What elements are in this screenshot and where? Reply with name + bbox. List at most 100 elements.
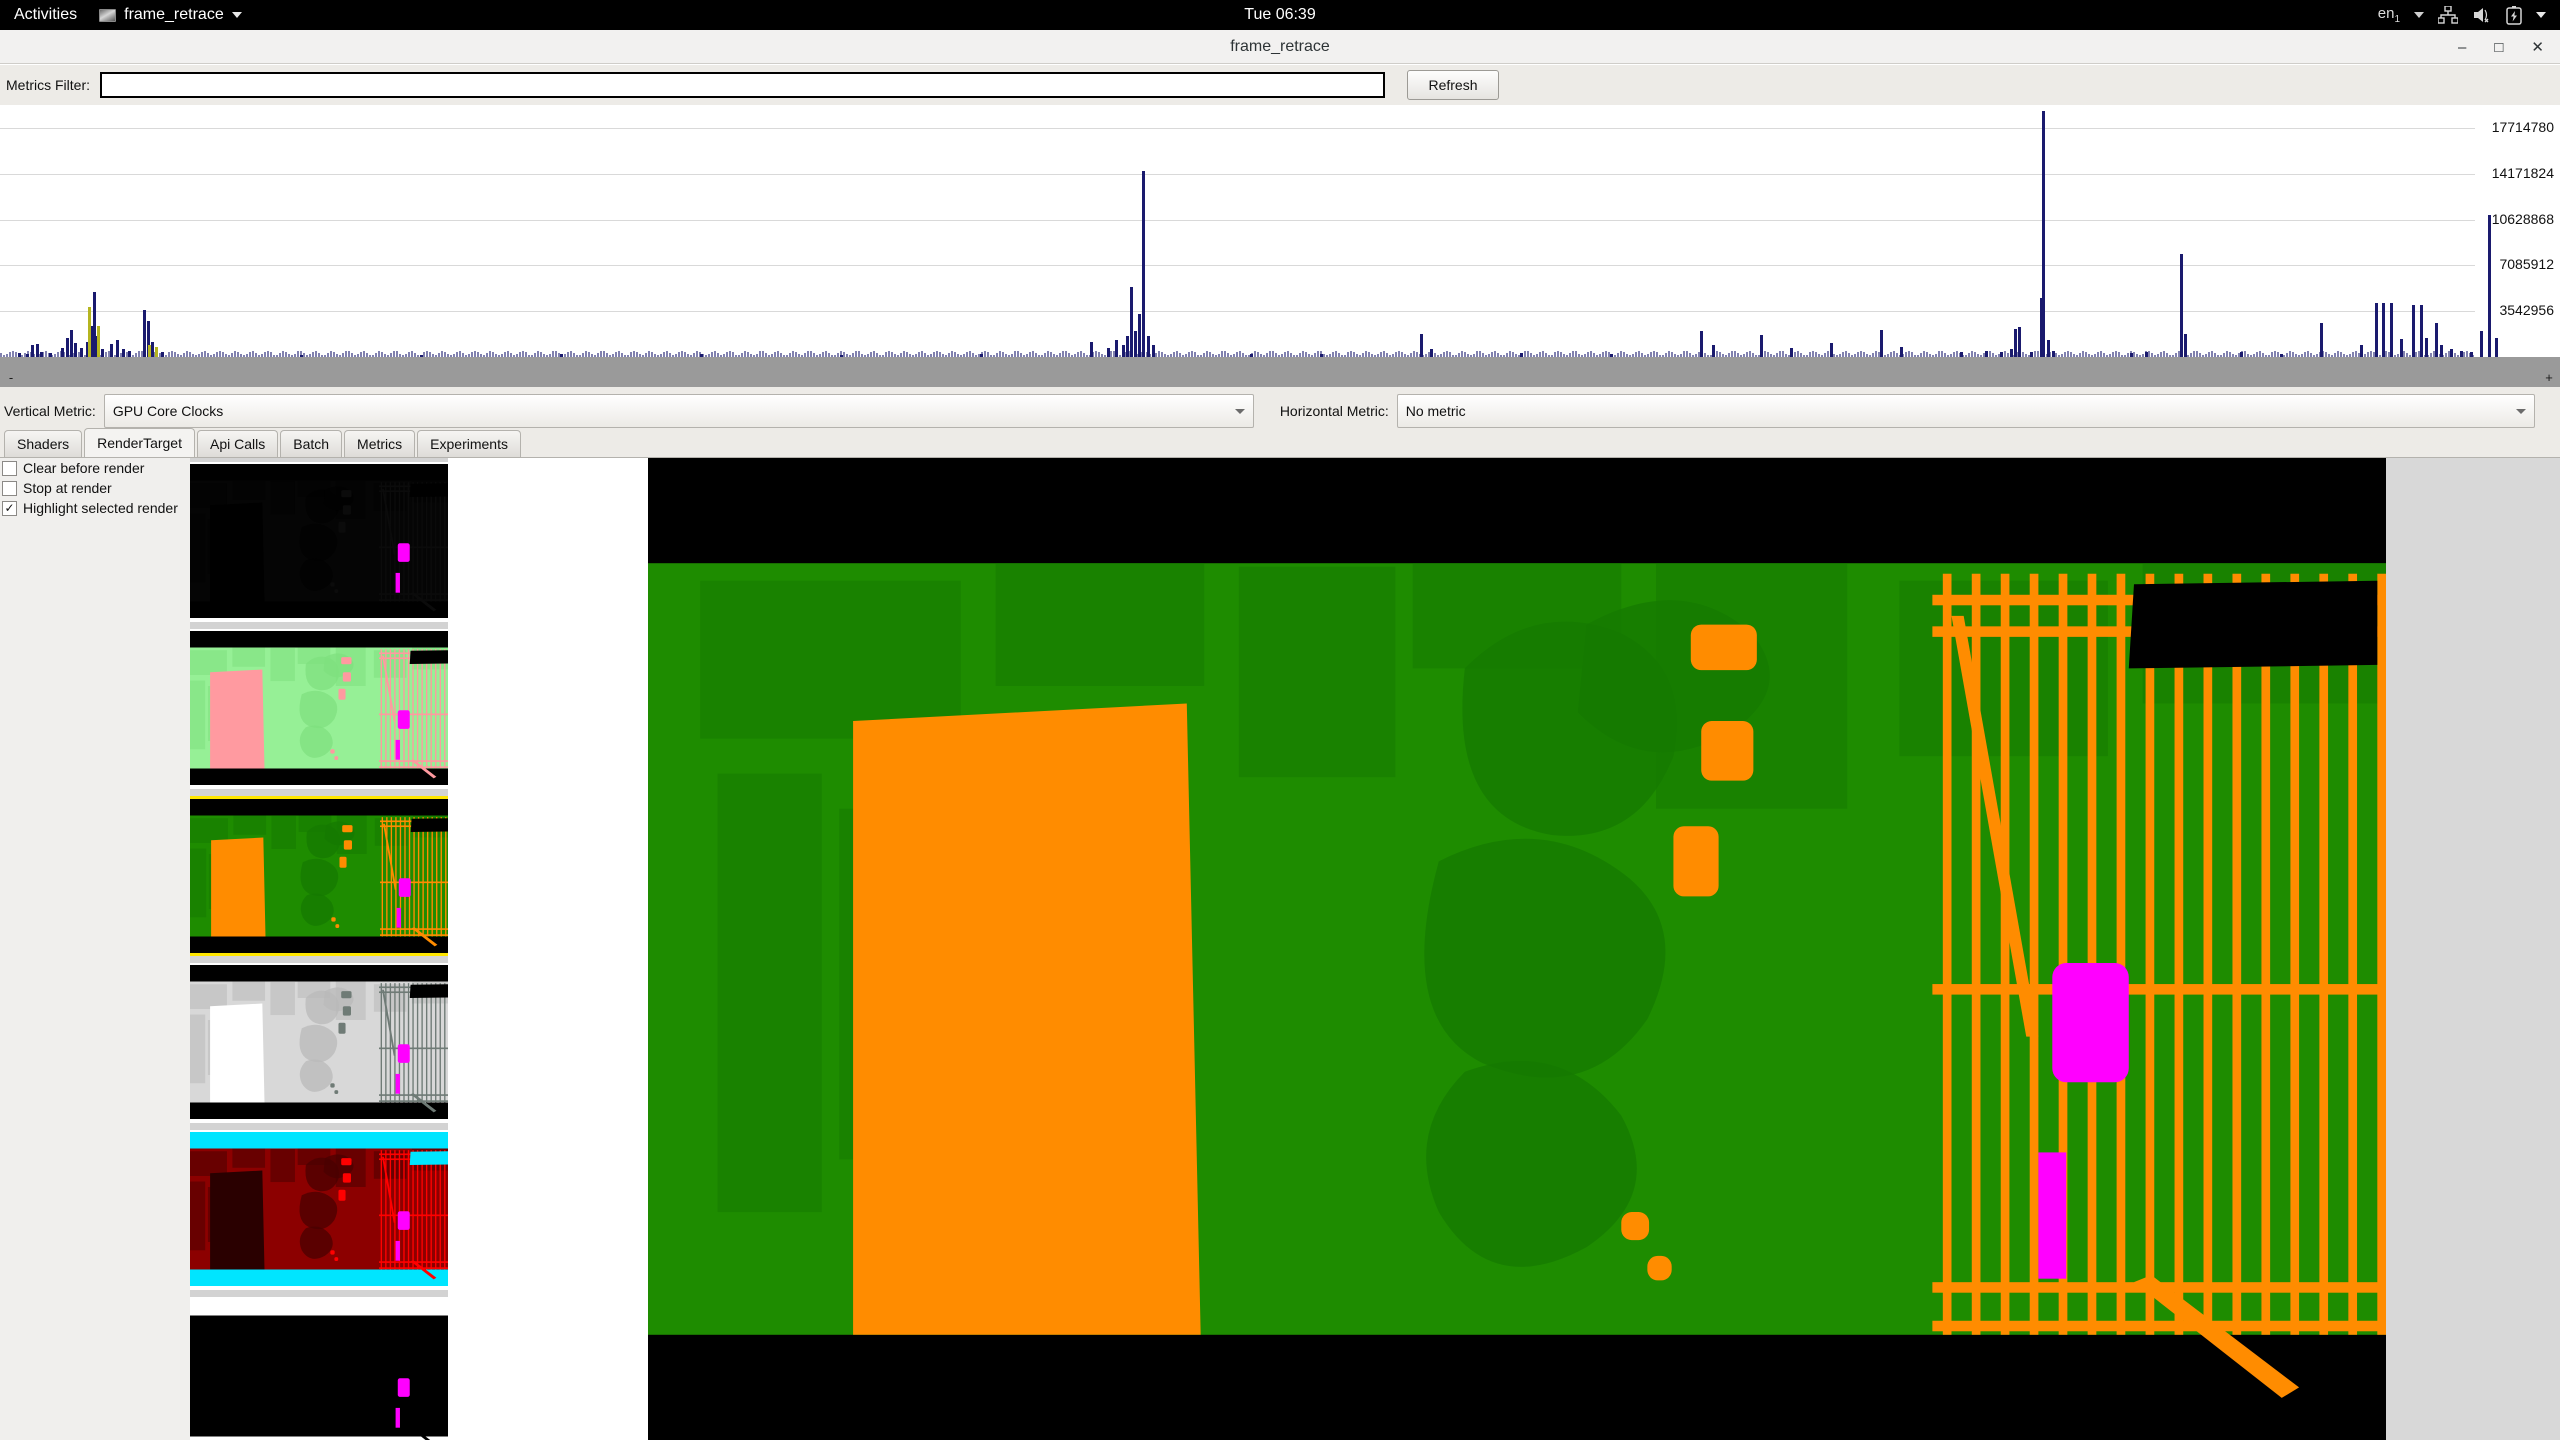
chart-bar	[2400, 338, 2403, 357]
tab-rendertarget[interactable]: RenderTarget	[84, 428, 195, 457]
thumbnail-image	[190, 631, 448, 787]
tab-batch[interactable]: Batch	[280, 430, 343, 457]
metrics-filter-input[interactable]	[100, 72, 1385, 98]
chart-bar	[80, 347, 83, 357]
tab-api-calls[interactable]: Api Calls	[196, 430, 279, 457]
volume-muted-icon	[2472, 6, 2492, 24]
chart-y-tick-label: 14171824	[2491, 164, 2554, 181]
chart-bar	[2375, 302, 2378, 357]
chart-y-tick-label: 17714780	[2491, 119, 2554, 136]
chart-bar	[2440, 345, 2443, 357]
chart-bar	[1126, 336, 1129, 357]
chart-bar	[2010, 349, 2013, 357]
app-menu-button[interactable]: frame_retrace	[89, 6, 252, 24]
chart-bar	[1147, 336, 1150, 357]
scroll-increase-button[interactable]: +	[2538, 367, 2560, 387]
chart-bar	[1130, 287, 1133, 357]
chart-bar	[1880, 329, 1883, 357]
horizontal-metric-select[interactable]: No metric	[1396, 394, 2535, 428]
chart-bar	[110, 344, 113, 357]
option-clear-before-render[interactable]: Clear before render	[0, 458, 190, 478]
chart-bar	[2435, 323, 2438, 357]
render-target-options-panel: Clear before render Stop at render ✓ Highli…	[0, 458, 190, 1440]
layout-chevron-down-icon	[2414, 12, 2424, 18]
chart-bar	[1790, 347, 1793, 357]
chart-bar	[2420, 305, 2423, 357]
render-target-thumbnail-1[interactable]	[190, 462, 448, 622]
chart-bar	[2412, 305, 2415, 357]
tab-experiments[interactable]: Experiments	[417, 430, 521, 457]
clock[interactable]: Tue 06:39	[0, 6, 2560, 24]
chevron-down-icon	[231, 12, 242, 18]
chart-bar	[1430, 349, 1433, 357]
chart-bar	[1090, 341, 1093, 357]
chart-bar	[1115, 340, 1118, 357]
gnome-top-bar: Activities frame_retrace Tue 06:39 en1	[0, 0, 2560, 30]
thumbnail-image	[190, 464, 448, 620]
render-target-thumbnail-list[interactable]	[190, 458, 448, 1440]
chart-bar	[1420, 333, 1423, 357]
chart-bar	[116, 340, 119, 357]
option-label: Stop at render	[23, 480, 112, 496]
chart-bar	[2320, 323, 2323, 357]
chart-bar	[122, 349, 125, 357]
render-target-thumbnail-2[interactable]	[190, 629, 448, 789]
chart-bar	[143, 310, 146, 357]
chart-bar	[2042, 111, 2045, 357]
chart-bar	[101, 349, 104, 357]
chart-bar	[2495, 337, 2498, 357]
activities-button[interactable]: Activities	[0, 0, 89, 30]
window-title: frame_retrace	[1230, 37, 1330, 55]
refresh-button[interactable]: Refresh	[1407, 70, 1499, 100]
render-target-viewport[interactable]	[648, 458, 2386, 1440]
tab-metrics[interactable]: Metrics	[344, 430, 416, 457]
metrics-chart[interactable]: 17714780 14171824 10628868 7085912 3542956	[0, 105, 2560, 367]
render-target-thumbnail-5[interactable]	[190, 1130, 448, 1290]
render-target-image	[648, 458, 2386, 1440]
chart-bar	[2018, 327, 2021, 357]
chart-bar	[2382, 302, 2385, 357]
chart-bar	[1152, 345, 1155, 357]
main-tab-bar[interactable]: Shaders RenderTarget Api Calls Batch Metrics…	[0, 428, 2560, 458]
option-stop-at-render[interactable]: Stop at render	[0, 478, 190, 498]
chart-y-tick-label: 3542956	[2499, 302, 2554, 319]
checkbox-icon[interactable]: ✓	[2, 500, 17, 516]
chart-bar	[148, 345, 151, 357]
vertical-metric-chevron-down-icon	[1234, 408, 1245, 414]
chart-bar	[1712, 345, 1715, 357]
close-button[interactable]: ✕	[2531, 40, 2544, 55]
network-wired-icon	[2438, 6, 2458, 24]
option-highlight-selected-render[interactable]: ✓ Highlight selected render	[0, 498, 190, 518]
chart-bar	[2390, 302, 2393, 357]
thumbnail-image	[190, 965, 448, 1121]
checkbox-icon[interactable]	[2, 460, 17, 476]
system-tray[interactable]: en1	[2378, 0, 2560, 30]
minimize-button[interactable]: –	[2458, 40, 2466, 55]
chart-bar	[1134, 331, 1137, 357]
scrollbar-track[interactable]	[22, 367, 2538, 387]
chart-bar	[2014, 328, 2017, 357]
checkbox-icon[interactable]	[2, 480, 17, 496]
chart-bar	[2488, 214, 2491, 357]
chart-bar	[1700, 331, 1703, 357]
chart-horizontal-scrollbar[interactable]: - +	[0, 367, 2560, 387]
scroll-decrease-button[interactable]: -	[0, 367, 22, 387]
render-target-thumbnail-3[interactable]	[190, 796, 448, 956]
chart-plot-region[interactable]	[0, 105, 2498, 357]
app-menu-label: frame_retrace	[124, 6, 224, 23]
window-icon	[99, 8, 117, 22]
chart-bar	[2450, 349, 2453, 357]
chart-bar	[1760, 335, 1763, 357]
chart-bar	[2047, 340, 2050, 357]
keyboard-layout-indicator[interactable]: en1	[2378, 5, 2400, 25]
chart-bar	[2480, 331, 2483, 357]
tab-shaders[interactable]: Shaders	[4, 430, 83, 457]
render-target-thumbnail-6[interactable]	[190, 1297, 448, 1440]
chart-bar	[74, 342, 77, 357]
metrics-filter-bar: Metrics Filter: Refresh	[0, 65, 2560, 105]
horizontal-metric-chevron-down-icon	[2515, 408, 2526, 414]
render-target-thumbnail-4[interactable]	[190, 963, 448, 1123]
system-menu-chevron-down-icon[interactable]	[2536, 12, 2546, 18]
vertical-metric-select[interactable]: GPU Core Clocks	[103, 394, 1254, 428]
maximize-button[interactable]: □	[2494, 40, 2503, 55]
